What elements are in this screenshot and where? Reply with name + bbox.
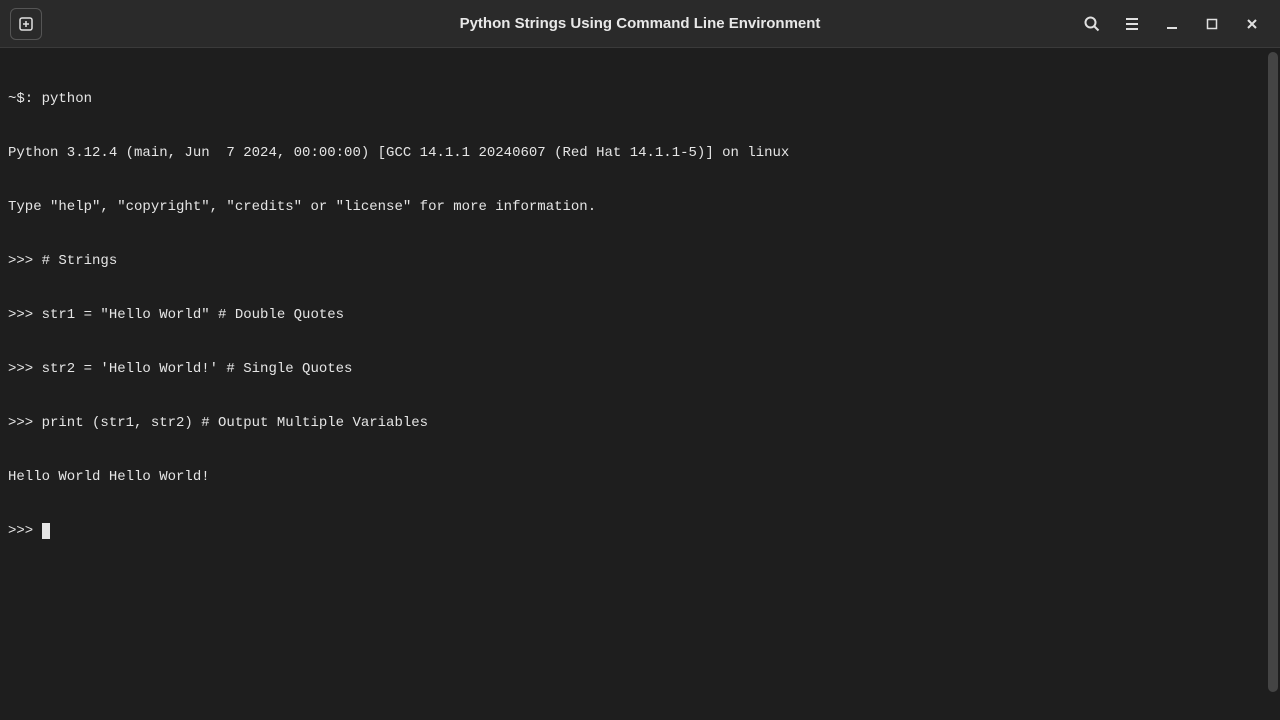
new-tab-button[interactable]: [10, 8, 42, 40]
plus-icon: [18, 16, 34, 32]
titlebar-left: [10, 8, 42, 40]
terminal-line: Python 3.12.4 (main, Jun 7 2024, 00:00:0…: [8, 144, 1272, 162]
scrollbar[interactable]: [1268, 52, 1278, 692]
maximize-button[interactable]: [1194, 6, 1230, 42]
maximize-icon: [1206, 18, 1218, 30]
minimize-icon: [1165, 17, 1179, 31]
close-icon: [1245, 17, 1259, 31]
terminal-line: ~$: python: [8, 90, 1272, 108]
titlebar: Python Strings Using Command Line Enviro…: [0, 0, 1280, 48]
cursor: [42, 523, 50, 539]
terminal-line: Hello World Hello World!: [8, 468, 1272, 486]
close-button[interactable]: [1234, 6, 1270, 42]
terminal-line: >>> str2 = 'Hello World!' # Single Quote…: [8, 360, 1272, 378]
terminal-line: >>> # Strings: [8, 252, 1272, 270]
terminal-prompt-line: >>>: [8, 522, 1272, 540]
titlebar-right: [1074, 6, 1270, 42]
terminal-line: >>> str1 = "Hello World" # Double Quotes: [8, 306, 1272, 324]
search-button[interactable]: [1074, 6, 1110, 42]
terminal-prompt: >>>: [8, 523, 42, 539]
terminal-output[interactable]: ~$: python Python 3.12.4 (main, Jun 7 20…: [0, 48, 1280, 720]
terminal-line: >>> print (str1, str2) # Output Multiple…: [8, 414, 1272, 432]
minimize-button[interactable]: [1154, 6, 1190, 42]
terminal-line: Type "help", "copyright", "credits" or "…: [8, 198, 1272, 216]
window-title: Python Strings Using Command Line Enviro…: [460, 15, 821, 32]
hamburger-icon: [1123, 15, 1141, 33]
search-icon: [1083, 15, 1101, 33]
menu-button[interactable]: [1114, 6, 1150, 42]
